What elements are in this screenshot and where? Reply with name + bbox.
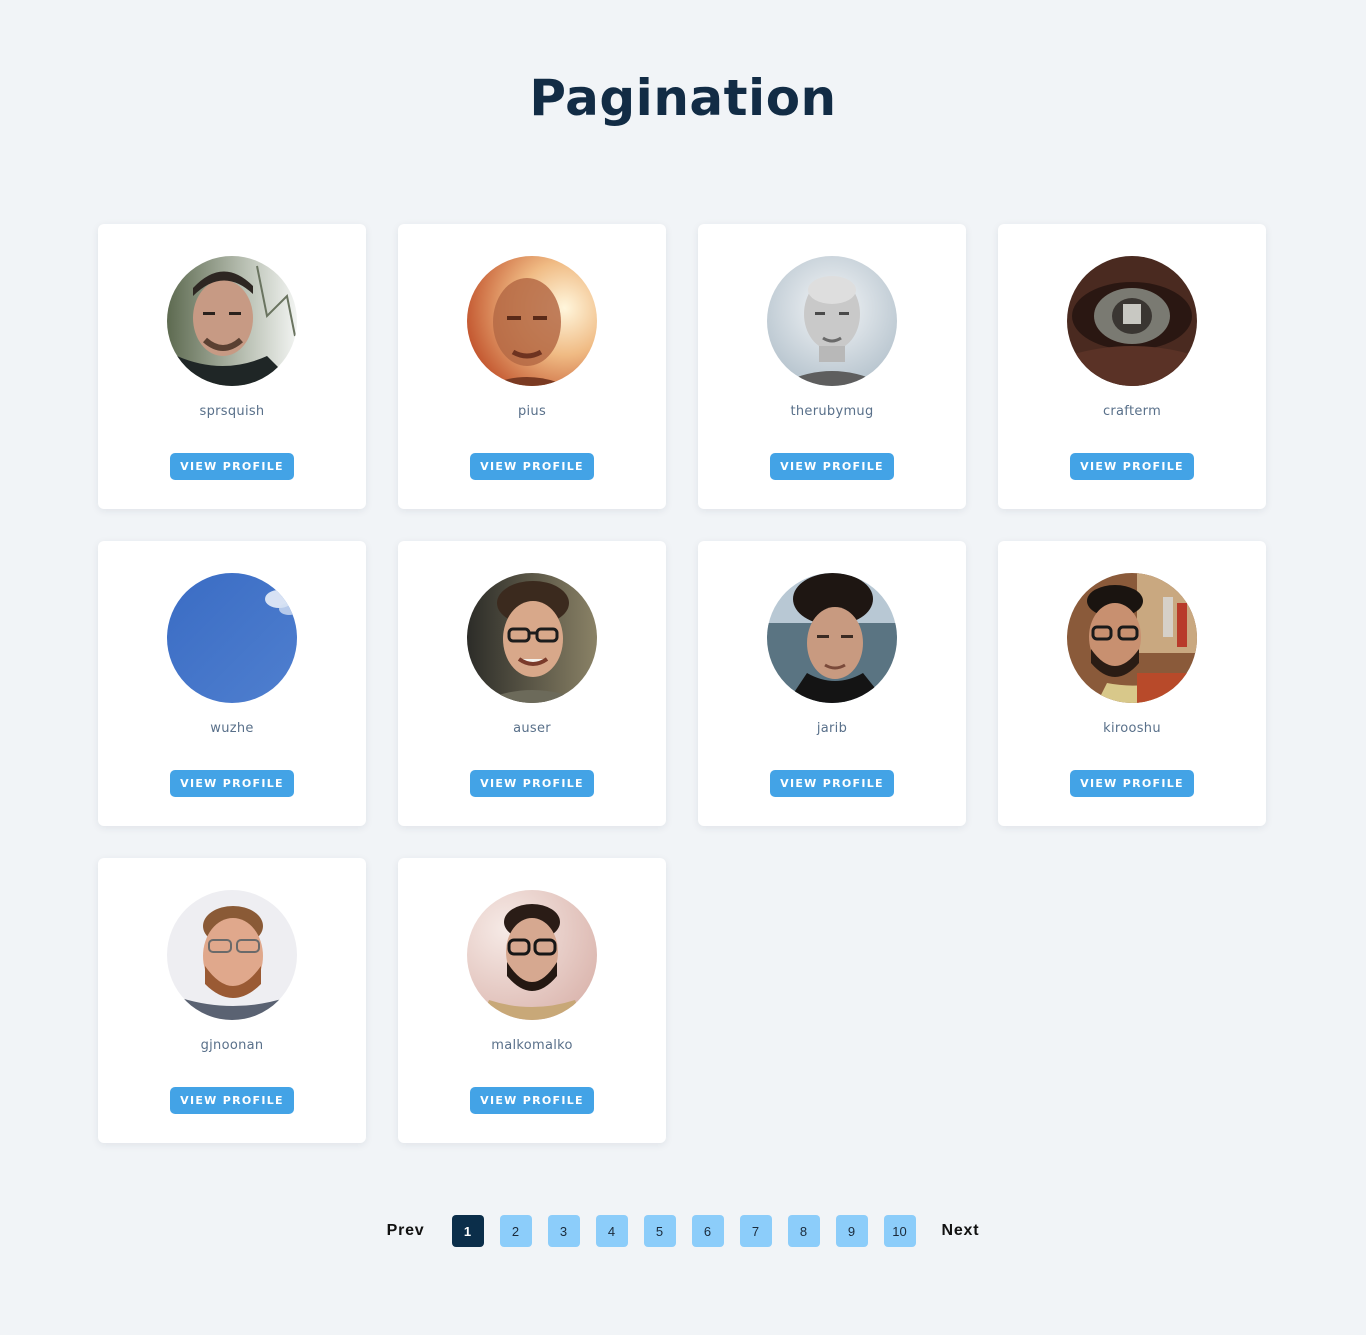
- username: therubymug: [790, 404, 874, 419]
- username: gjnoonan: [200, 1038, 264, 1053]
- next-link[interactable]: Next: [942, 1222, 980, 1240]
- username: wuzhe: [210, 721, 254, 736]
- page-button-6[interactable]: 6: [691, 1215, 724, 1247]
- page-button-4[interactable]: 4: [595, 1215, 628, 1247]
- view-profile-button[interactable]: VIEW PROFILE: [770, 453, 894, 480]
- view-profile-button[interactable]: VIEW PROFILE: [170, 453, 294, 480]
- view-profile-button[interactable]: VIEW PROFILE: [170, 1087, 294, 1114]
- profile-card: auser VIEW PROFILE: [398, 541, 666, 826]
- profile-card: malkomalko VIEW PROFILE: [398, 858, 666, 1143]
- avatar: [467, 256, 597, 386]
- username: kirooshu: [1103, 721, 1161, 736]
- profile-card: wuzhe VIEW PROFILE: [98, 541, 366, 826]
- avatar: [467, 573, 597, 703]
- username: auser: [513, 721, 551, 736]
- view-profile-button[interactable]: VIEW PROFILE: [170, 770, 294, 797]
- profile-card: sprsquish VIEW PROFILE: [98, 224, 366, 509]
- page-button-7[interactable]: 7: [739, 1215, 772, 1247]
- view-profile-button[interactable]: VIEW PROFILE: [470, 770, 594, 797]
- prev-link[interactable]: Prev: [387, 1222, 425, 1240]
- view-profile-button[interactable]: VIEW PROFILE: [1070, 453, 1194, 480]
- page-button-5[interactable]: 5: [643, 1215, 676, 1247]
- profile-card: crafterm VIEW PROFILE: [998, 224, 1266, 509]
- view-profile-button[interactable]: VIEW PROFILE: [470, 1087, 594, 1114]
- page-button-9[interactable]: 9: [835, 1215, 868, 1247]
- view-profile-button[interactable]: VIEW PROFILE: [770, 770, 894, 797]
- profile-card: therubymug VIEW PROFILE: [698, 224, 966, 509]
- avatar: [167, 890, 297, 1020]
- username: jarib: [816, 721, 848, 736]
- page-button-2[interactable]: 2: [499, 1215, 532, 1247]
- profile-card: gjnoonan VIEW PROFILE: [98, 858, 366, 1143]
- view-profile-button[interactable]: VIEW PROFILE: [1070, 770, 1194, 797]
- avatar: [467, 890, 597, 1020]
- avatar: [167, 256, 297, 386]
- view-profile-button[interactable]: VIEW PROFILE: [470, 453, 594, 480]
- username: crafterm: [1102, 404, 1162, 419]
- username: pius: [517, 404, 547, 419]
- avatar: [767, 256, 897, 386]
- profile-card: pius VIEW PROFILE: [398, 224, 666, 509]
- username: malkomalko: [491, 1038, 573, 1053]
- avatar: [767, 573, 897, 703]
- profile-card: jarib VIEW PROFILE: [698, 541, 966, 826]
- page-button-3[interactable]: 3: [547, 1215, 580, 1247]
- page-button-8[interactable]: 8: [787, 1215, 820, 1247]
- avatar: [1067, 573, 1197, 703]
- profile-card: kirooshu VIEW PROFILE: [998, 541, 1266, 826]
- avatar: [167, 573, 297, 703]
- avatar: [1067, 256, 1197, 386]
- username: sprsquish: [199, 404, 265, 419]
- profile-grid: sprsquish VIEW PROFILE pius VIEW PROFILE…: [98, 224, 1269, 1143]
- page-button-10[interactable]: 10: [883, 1215, 916, 1247]
- page-title: Pagination: [529, 69, 837, 127]
- page-button-1[interactable]: 1: [451, 1215, 484, 1247]
- pagination: Prev 1 2 3 4 5 6 7 8 9 10 Next: [0, 1215, 1366, 1247]
